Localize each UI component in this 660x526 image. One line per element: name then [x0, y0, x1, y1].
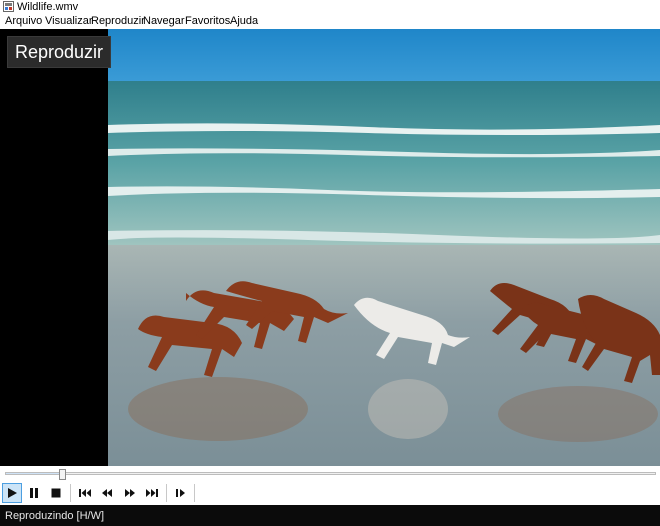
fast-forward-icon	[125, 489, 135, 497]
video-area[interactable]: Reproduzir	[0, 29, 660, 466]
stop-button[interactable]	[46, 483, 66, 503]
pause-icon	[30, 488, 38, 498]
title-bar: Wildlife.wmv	[0, 0, 660, 14]
menu-navegar[interactable]: Navegar	[143, 15, 185, 28]
seek-progress	[6, 473, 64, 474]
menu-arquivo[interactable]: Arquivo	[5, 15, 42, 28]
app-icon	[3, 1, 14, 12]
separator	[166, 484, 167, 502]
skip-forward-icon	[146, 489, 158, 497]
video-frame	[108, 29, 660, 466]
pause-button[interactable]	[24, 483, 44, 503]
menu-reproduzir[interactable]: Reproduzir	[91, 15, 145, 28]
separator	[70, 484, 71, 502]
stop-icon	[51, 488, 61, 498]
frame-step-button[interactable]	[171, 483, 191, 503]
seek-bar[interactable]	[0, 466, 660, 482]
fast-forward-button[interactable]	[120, 483, 140, 503]
menu-ajuda[interactable]: Ajuda	[230, 15, 258, 28]
menu-bar: Arquivo Visualizar Reproduzir Navegar Fa…	[0, 14, 660, 29]
play-icon	[8, 488, 17, 498]
status-bar: Reproduzindo [H/W]	[0, 505, 660, 526]
menu-favoritos[interactable]: Favoritos	[185, 15, 230, 28]
skip-forward-button[interactable]	[142, 483, 162, 503]
window-title: Wildlife.wmv	[17, 1, 79, 13]
skip-back-icon	[79, 489, 91, 497]
status-text: Reproduzindo [H/W]	[5, 510, 105, 522]
menu-visualizar[interactable]: Visualizar	[45, 15, 93, 28]
separator	[194, 484, 195, 502]
osd-label: Reproduzir	[7, 36, 112, 68]
rewind-icon	[102, 489, 112, 497]
playback-controls	[0, 482, 660, 504]
rewind-button[interactable]	[97, 483, 117, 503]
skip-back-button[interactable]	[75, 483, 95, 503]
frame-step-icon	[176, 489, 185, 497]
play-button[interactable]	[2, 483, 22, 503]
seek-track[interactable]	[5, 472, 656, 475]
seek-thumb[interactable]	[59, 469, 67, 480]
